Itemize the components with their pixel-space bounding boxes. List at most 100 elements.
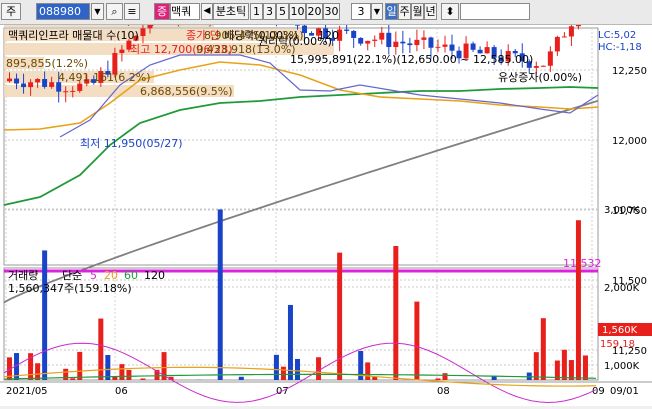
volume-bar bbox=[365, 362, 370, 380]
volume-profile-label: 6,868,556(9.5%) bbox=[140, 85, 233, 98]
candle-body bbox=[7, 79, 12, 82]
volume-bar bbox=[140, 379, 145, 380]
candle-body bbox=[428, 37, 433, 47]
stock-name-field: 맥쿼 bbox=[170, 3, 200, 20]
candle-body bbox=[562, 36, 567, 37]
interval-button-1[interactable]: 1 bbox=[250, 3, 263, 20]
volume-profile-label: 6,339,732(8.7%) bbox=[120, 25, 213, 28]
candle-body bbox=[358, 38, 363, 44]
candle-body bbox=[569, 26, 574, 36]
volume-bar bbox=[414, 302, 419, 380]
volume-bar bbox=[569, 360, 574, 380]
extra-input[interactable] bbox=[460, 3, 530, 20]
volume-tick-label: 3,000K bbox=[604, 205, 640, 216]
volume-bar bbox=[35, 363, 40, 380]
period-button-3[interactable]: 년 bbox=[424, 3, 437, 20]
period-button-0[interactable]: 일 bbox=[385, 3, 398, 20]
candle-body bbox=[576, 25, 581, 26]
volume-profile-label: 8,905,475(12.3%) bbox=[204, 29, 304, 42]
interval-button-10[interactable]: 10 bbox=[289, 3, 306, 20]
price-legend-item: 120 bbox=[318, 29, 339, 42]
volume-legend-label: 단순 bbox=[62, 269, 82, 282]
x-axis-label: 09 bbox=[592, 386, 605, 397]
volume-tick-label: 2,000K bbox=[604, 283, 640, 294]
candle-body bbox=[534, 66, 539, 68]
candle-body bbox=[70, 91, 75, 92]
candle-body bbox=[400, 42, 405, 44]
volume-bar bbox=[119, 364, 124, 380]
candle-body bbox=[471, 44, 476, 50]
search-icon[interactable]: ⌕ bbox=[106, 3, 123, 20]
price-low-annotation: 최저 11,950(05/27) bbox=[80, 137, 183, 150]
interval-button-5[interactable]: 5 bbox=[276, 3, 289, 20]
candle-body bbox=[21, 84, 26, 88]
volume-bar bbox=[337, 253, 342, 380]
interval-button-3[interactable]: 3 bbox=[263, 3, 276, 20]
candle-body bbox=[77, 84, 82, 91]
price-tick-label: 12,000 bbox=[612, 136, 647, 147]
candle-body bbox=[14, 79, 19, 84]
code-dropdown-icon[interactable]: ▼ bbox=[91, 3, 104, 20]
candle-body bbox=[541, 66, 546, 67]
candle-body bbox=[119, 50, 124, 53]
candle-body bbox=[379, 33, 384, 40]
volume-bar bbox=[70, 378, 75, 380]
volume-bar bbox=[541, 318, 546, 380]
x-axis-label: 2021/05 bbox=[6, 386, 48, 397]
volume-bar bbox=[77, 352, 82, 380]
candle-body bbox=[555, 37, 560, 51]
volume-bar bbox=[126, 370, 131, 380]
candle-body bbox=[442, 45, 447, 47]
period-button-1[interactable]: 주 bbox=[398, 3, 411, 20]
menu-icon[interactable]: ≡ bbox=[124, 3, 140, 20]
volume-bar bbox=[393, 246, 398, 380]
interval-button-30[interactable]: 30 bbox=[323, 3, 340, 20]
volume-legend-ma60: 60 bbox=[124, 269, 138, 282]
prev-arrow-icon[interactable]: ◀ bbox=[201, 3, 213, 20]
stock-type-badge: 증 bbox=[154, 3, 170, 20]
candle-body bbox=[35, 79, 40, 82]
volume-current-label: 1,560,347주(159.18%) bbox=[8, 282, 132, 295]
interval-button-20[interactable]: 20 bbox=[306, 3, 323, 20]
volume-legend-ma120: 120 bbox=[144, 269, 165, 282]
volume-current-value: 1,560K bbox=[602, 325, 638, 336]
rights-issue-annotation: 유상증자(0.00%) bbox=[498, 71, 582, 84]
candle-body bbox=[393, 42, 398, 47]
lc-label: LC:5,02 bbox=[598, 30, 636, 41]
volume-bar bbox=[534, 352, 539, 380]
volume-legend-ma20: 20 bbox=[104, 269, 118, 282]
price-range-annotation: 15,995,891(22.1%)(12,650.00 ~ 12,585.00) bbox=[290, 53, 533, 66]
x-axis-label: 07 bbox=[276, 386, 289, 397]
volume-bar bbox=[295, 359, 300, 380]
volume-profile-label: 895,855(1.2%) bbox=[6, 57, 88, 70]
toolbar: 주 088980 ▼ ⌕ ≡ 증 맥쿼 ◀ 분초틱 135102030 3 ▼ … bbox=[0, 0, 652, 25]
price-legend-name: 맥쿼리인프라 매물대 수(10) bbox=[8, 29, 139, 42]
candle-body bbox=[140, 29, 145, 36]
volume-bar bbox=[583, 355, 588, 380]
volume-bar bbox=[442, 373, 447, 380]
interval-tick-button[interactable]: 분초틱 bbox=[213, 3, 249, 20]
candle-body bbox=[407, 43, 412, 45]
interval-value-field[interactable]: 3 bbox=[351, 3, 371, 20]
interval-dropdown-icon[interactable]: ▼ bbox=[371, 3, 383, 20]
candle-body bbox=[49, 82, 54, 87]
candle-body bbox=[386, 33, 391, 47]
x-axis-label: 09/01 bbox=[610, 386, 639, 397]
volume-legend-ma5: 5 bbox=[90, 269, 97, 282]
candle-body bbox=[295, 25, 300, 26]
x-axis-label: 08 bbox=[437, 386, 450, 397]
sell-line-label: 11,532 bbox=[563, 257, 602, 270]
chart-area: 12,25012,00011,75011,50011,2503,000K2,00… bbox=[0, 25, 652, 406]
candle-body bbox=[63, 91, 68, 92]
market-select[interactable]: 주 bbox=[1, 3, 21, 20]
volume-bar bbox=[42, 250, 47, 380]
period-button-2[interactable]: 월 bbox=[411, 3, 424, 20]
stock-code-input[interactable]: 088980 bbox=[36, 3, 90, 20]
volume-bar bbox=[576, 220, 581, 380]
updown-icon[interactable]: ⬍ bbox=[441, 3, 459, 20]
x-axis-label: 06 bbox=[115, 386, 128, 397]
volume-bar bbox=[63, 369, 68, 380]
candle-body bbox=[351, 31, 356, 38]
stock-chart-svg[interactable]: 12,25012,00011,75011,50011,2503,000K2,00… bbox=[0, 25, 652, 406]
candle-body bbox=[344, 30, 349, 31]
